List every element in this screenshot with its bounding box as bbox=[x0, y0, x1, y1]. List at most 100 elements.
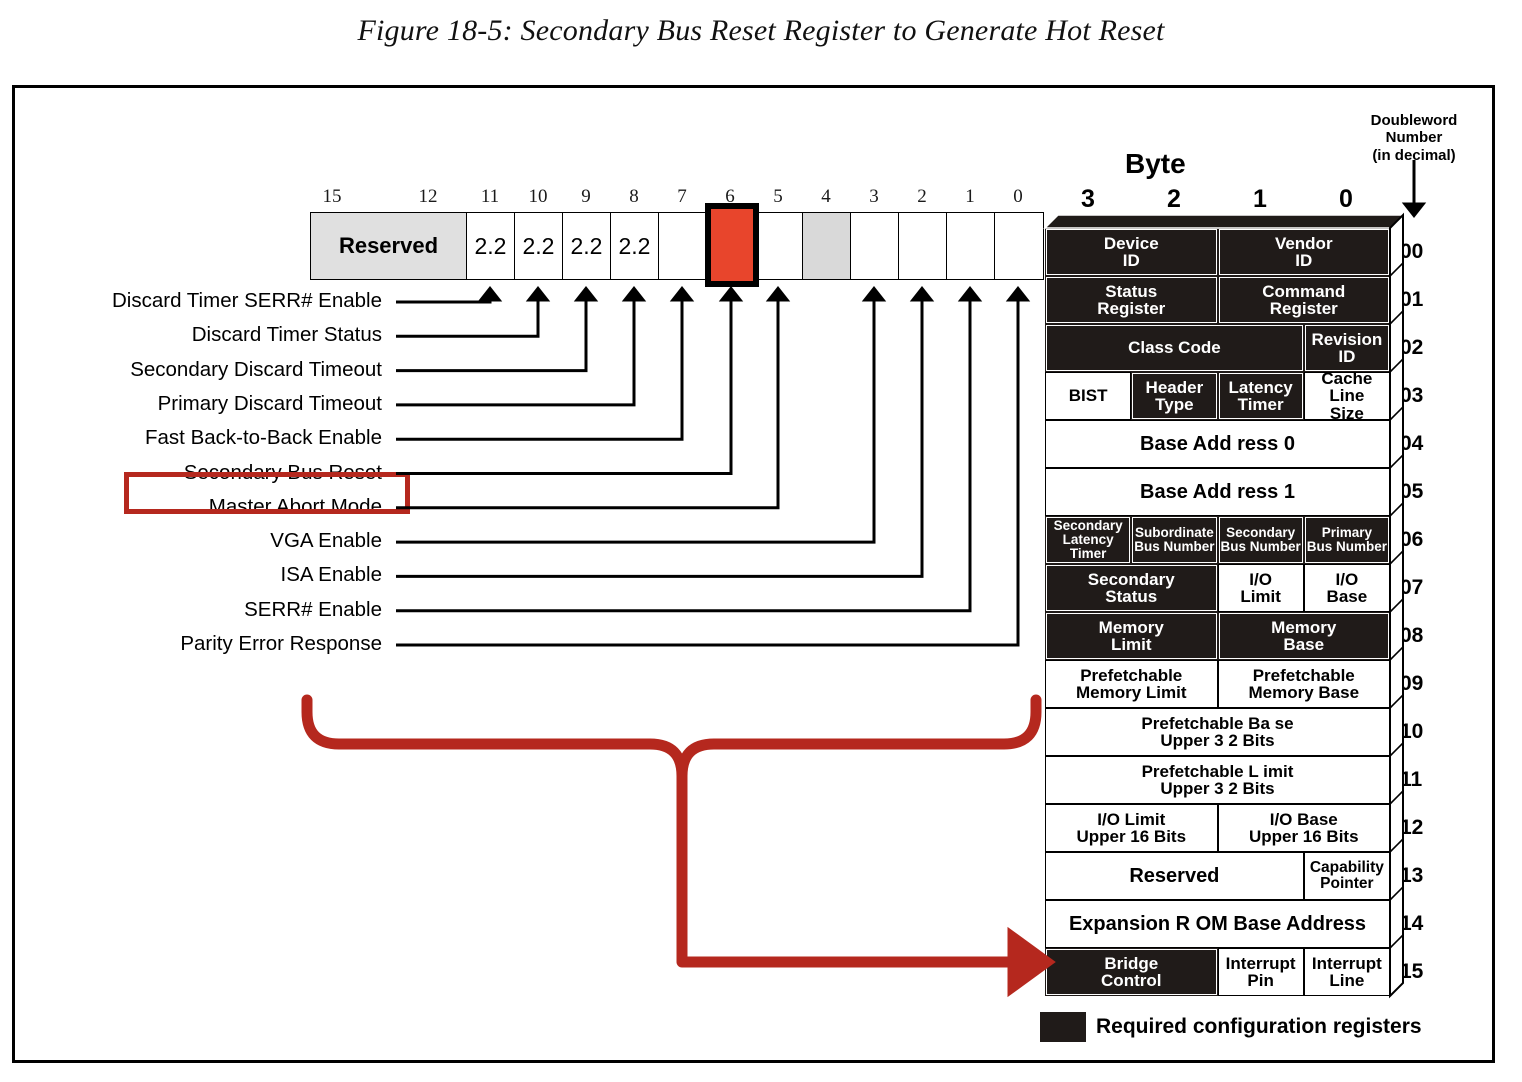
dword-number-10: 10 bbox=[1400, 720, 1424, 743]
bit-label-1: SERR# Enable bbox=[244, 597, 382, 621]
doubleword-header-title: Doubleword Number (in decimal) bbox=[1355, 112, 1473, 164]
config-cell-cache-line-size[interactable]: Cache Line Size bbox=[1303, 369, 1390, 422]
bit-number-12: 12 bbox=[418, 186, 438, 207]
dword-number-14: 14 bbox=[1400, 912, 1424, 935]
config-cell-primary-bus-number[interactable]: Primary Bus Number bbox=[1303, 516, 1390, 564]
config-cell-prefetchable-ba-se-upper-3-2-bits[interactable]: Prefetchable Ba se Upper 3 2 Bits bbox=[1045, 708, 1390, 756]
bit-6-highlight-box[interactable] bbox=[705, 203, 759, 287]
legend: Required configuration registers bbox=[1040, 1012, 1422, 1042]
byte-number-3: 3 bbox=[1081, 185, 1095, 213]
config-cell-prefetchable-memory-base[interactable]: Prefetchable Memory Base bbox=[1217, 660, 1390, 708]
config-row-dword-03: BIST Header Type Latency Timer Cache Line Size bbox=[1045, 369, 1390, 422]
bit-number-1: 1 bbox=[965, 186, 975, 207]
config-cell-vendor-id[interactable]: Vendor ID bbox=[1217, 228, 1390, 276]
config-cell-command-register[interactable]: Command Register bbox=[1217, 276, 1390, 324]
bit-cell-10[interactable] bbox=[899, 213, 947, 279]
bit-number-4: 4 bbox=[821, 186, 831, 207]
bit-number-9: 9 bbox=[581, 186, 591, 207]
config-cell-expansion-r-om-base-address[interactable]: Expansion R OM Base Address bbox=[1045, 900, 1390, 948]
config-row-dword-10: Prefetchable Ba se Upper 3 2 Bits bbox=[1045, 708, 1390, 756]
config-cell-secondary-status[interactable]: Secondary Status bbox=[1045, 564, 1218, 612]
bit-cell-7[interactable] bbox=[755, 213, 803, 279]
figure-caption: Figure 18-5: Secondary Bus Reset Registe… bbox=[357, 14, 1165, 47]
config-cell-subordinate-bus-number[interactable]: Subordinate Bus Number bbox=[1131, 516, 1218, 564]
bit-number-2: 2 bbox=[917, 186, 927, 207]
config-cell-i-o-limit-upper-16-bits[interactable]: I/O Limit Upper 16 Bits bbox=[1045, 804, 1218, 852]
dword-number-07: 07 bbox=[1400, 576, 1424, 599]
bit-cell-1[interactable]: 2.2 bbox=[467, 213, 515, 279]
bit-label-10: Discard Timer Status bbox=[191, 323, 382, 347]
secondary-bus-reset-highlight-box[interactable] bbox=[124, 472, 410, 514]
config-cell-interrupt-line[interactable]: Interrupt Line bbox=[1303, 948, 1390, 996]
config-cell-bist[interactable]: BIST bbox=[1045, 372, 1132, 420]
config-row-dword-05: Base Add ress 1 bbox=[1045, 468, 1390, 516]
config-row-dword-07: Secondary Status I/O Limit I/O Base bbox=[1045, 564, 1390, 612]
config-cell-i-o-base[interactable]: I/O Base bbox=[1303, 564, 1390, 612]
doubleword-line-1: Doubleword bbox=[1370, 112, 1458, 129]
config-cell-i-o-limit[interactable]: I/O Limit bbox=[1217, 564, 1304, 612]
bit-cell-11[interactable] bbox=[947, 213, 995, 279]
dword-number-12: 12 bbox=[1400, 816, 1424, 839]
bit-number-7: 7 bbox=[677, 186, 687, 207]
config-row-dword-11: Prefetchable L imit Upper 3 2 Bits bbox=[1045, 756, 1390, 804]
config-cell-interrupt-pin[interactable]: Interrupt Pin bbox=[1217, 948, 1304, 996]
config-cell-i-o-base-upper-16-bits[interactable]: I/O Base Upper 16 Bits bbox=[1217, 804, 1390, 852]
config-cell-class-code[interactable]: Class Code bbox=[1045, 324, 1304, 372]
doubleword-line-2: Number bbox=[1385, 129, 1443, 147]
bit-cell-8[interactable] bbox=[803, 213, 851, 279]
dword-number-08: 08 bbox=[1400, 624, 1424, 647]
bit-number-3: 3 bbox=[869, 186, 879, 207]
bit-number-10: 10 bbox=[528, 186, 548, 207]
bit-cell-3[interactable]: 2.2 bbox=[563, 213, 611, 279]
config-cell-header-type[interactable]: Header Type bbox=[1131, 372, 1218, 420]
dword-number-05: 05 bbox=[1400, 480, 1424, 503]
bit-label-11: Discard Timer SERR# Enable bbox=[111, 289, 382, 312]
dword-number-02: 02 bbox=[1400, 336, 1424, 359]
bit-cell-0[interactable]: Reserved bbox=[311, 213, 467, 279]
bit-label-9: Secondary Discard Timeout bbox=[130, 357, 382, 381]
bit-number-8: 8 bbox=[629, 186, 639, 207]
bit-cell-5[interactable] bbox=[659, 213, 707, 279]
legend-swatch-required bbox=[1040, 1012, 1086, 1042]
bit-label-8: Primary Discard Timeout bbox=[157, 391, 382, 415]
config-cell-base-add-ress-1[interactable]: Base Add ress 1 bbox=[1045, 468, 1390, 516]
config-row-dword-09: Prefetchable Memory Limit Prefetchable Memo… bbox=[1045, 660, 1390, 708]
config-cell-secondary-bus-number[interactable]: Secondary Bus Number bbox=[1217, 516, 1304, 564]
config-row-dword-00: Device ID Vendor ID bbox=[1045, 228, 1390, 276]
config-cell-bridge-control[interactable]: Bridge Control bbox=[1045, 948, 1218, 996]
dword-number-15: 15 bbox=[1400, 960, 1424, 983]
bit-number-11: 11 bbox=[480, 186, 500, 207]
config-row-dword-15: Bridge Control Interrupt Pin Interrupt Line bbox=[1045, 948, 1390, 996]
bit-cell-12[interactable] bbox=[995, 213, 1043, 279]
config-cell-memory-base[interactable]: Memory Base bbox=[1217, 612, 1390, 660]
config-cell-memory-limit[interactable]: Memory Limit bbox=[1045, 612, 1218, 660]
bit-number-5: 5 bbox=[773, 186, 783, 207]
byte-number-2: 2 bbox=[1167, 185, 1181, 213]
legend-label: Required configuration registers bbox=[1096, 1015, 1422, 1038]
pci-configuration-space-table: Device ID Vendor ID Status Register Command Reg… bbox=[1045, 228, 1390, 996]
config-cell-capability-pointer[interactable]: Capability Pointer bbox=[1303, 852, 1390, 900]
bit-cell-9[interactable] bbox=[851, 213, 899, 279]
config-cell-base-add-ress-0[interactable]: Base Add ress 0 bbox=[1045, 420, 1390, 468]
config-cell-reserved[interactable]: Reserved bbox=[1045, 852, 1304, 900]
config-cell-status-register[interactable]: Status Register bbox=[1045, 276, 1218, 324]
config-cell-latency-timer[interactable]: Latency Timer bbox=[1217, 372, 1304, 420]
bit-cell-2[interactable]: 2.2 bbox=[515, 213, 563, 279]
config-cell-device-id[interactable]: Device ID bbox=[1045, 228, 1218, 276]
config-row-dword-13: Reserved Capability Pointer bbox=[1045, 852, 1390, 900]
dword-number-04: 04 bbox=[1400, 432, 1424, 455]
config-cell-prefetchable-memory-limit[interactable]: Prefetchable Memory Limit bbox=[1045, 660, 1218, 708]
dword-number-01: 01 bbox=[1400, 288, 1424, 311]
config-cell-secondary-latency-timer[interactable]: Secondary Latency Timer bbox=[1045, 516, 1132, 564]
bit-label-2: ISA Enable bbox=[280, 563, 382, 587]
dword-number-11: 11 bbox=[1400, 768, 1423, 791]
bit-cell-4[interactable]: 2.2 bbox=[611, 213, 659, 279]
byte-number-0: 0 bbox=[1339, 185, 1353, 213]
bit-label-7: Fast Back-to-Back Enable bbox=[145, 426, 382, 450]
config-row-dword-08: Memory Limit Memory Base bbox=[1045, 612, 1390, 660]
config-cell-prefetchable-l-imit-upper-3-2-bits[interactable]: Prefetchable L imit Upper 3 2 Bits bbox=[1045, 756, 1390, 804]
config-row-dword-14: Expansion R OM Base Address bbox=[1045, 900, 1390, 948]
bit-number-6: 6 bbox=[725, 186, 735, 207]
config-cell-revision-id[interactable]: Revision ID bbox=[1303, 324, 1390, 372]
config-row-dword-04: Base Add ress 0 bbox=[1045, 420, 1390, 468]
